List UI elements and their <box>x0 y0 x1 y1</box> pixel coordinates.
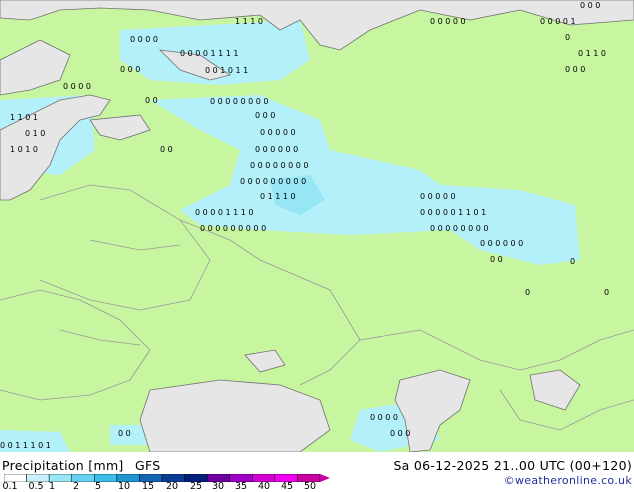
scale-tick-label: 50 <box>303 481 317 492</box>
svg-text:0 0 0 0 0 0: 0 0 0 0 0 0 <box>255 145 298 154</box>
svg-text:0 0: 0 0 <box>118 429 131 438</box>
scale-arrow <box>320 474 330 482</box>
svg-text:1 1 0 1: 1 1 0 1 <box>10 113 38 122</box>
svg-text:0: 0 <box>525 288 530 297</box>
svg-text:0 0: 0 0 <box>145 96 158 105</box>
scale-tick-label: 5 <box>94 481 102 492</box>
model-label: GFS <box>135 458 161 473</box>
svg-text:1 0 1 0: 1 0 1 0 <box>10 145 38 154</box>
svg-text:0 0 0 0: 0 0 0 0 <box>63 82 91 91</box>
scale-tick-label: 40 <box>257 481 271 492</box>
svg-text:0 1 0: 0 1 0 <box>25 129 45 138</box>
svg-text:0 0 0 0 0 0 0 0 0: 0 0 0 0 0 0 0 0 0 <box>240 177 306 186</box>
svg-text:0 0 0 0: 0 0 0 0 <box>130 35 158 44</box>
scale-tick-label: 15 <box>141 481 155 492</box>
svg-text:0 0 0 0 1 1 1 0: 0 0 0 0 1 1 1 0 <box>195 208 254 217</box>
svg-text:0 0 1 0 1 1: 0 0 1 0 1 1 <box>205 66 248 75</box>
svg-text:0 1 1 1 0: 0 1 1 1 0 <box>260 192 296 201</box>
svg-text:0 1 1 0: 0 1 1 0 <box>578 49 606 58</box>
scale-tick-label: 2 <box>72 481 80 492</box>
svg-text:0 0 0: 0 0 0 <box>580 1 600 10</box>
scale-tick-label: 30 <box>211 481 225 492</box>
svg-text:0 0 0 0 0 0 0 0: 0 0 0 0 0 0 0 0 <box>250 161 309 170</box>
legend-title: Precipitation [mm] <box>2 458 124 473</box>
svg-text:0 0 0 0 0 1 1 0 1: 0 0 0 0 0 1 1 0 1 <box>420 208 486 217</box>
svg-text:0: 0 <box>565 33 570 42</box>
svg-text:0 0 0: 0 0 0 <box>120 65 140 74</box>
legend: Precipitation [mm] GFS Sa 06-12-2025 21.… <box>0 452 634 492</box>
svg-text:0 0 0 0 0 0 0 0: 0 0 0 0 0 0 0 0 <box>210 97 269 106</box>
svg-text:0: 0 <box>604 288 609 297</box>
svg-text:0 0 0 0 0 0 0 0 0: 0 0 0 0 0 0 0 0 0 <box>200 224 266 233</box>
scale-tick-label: 45 <box>280 481 294 492</box>
svg-text:0 0 0: 0 0 0 <box>565 65 585 74</box>
scale-tick-label: 1 <box>48 481 56 492</box>
svg-text:0: 0 <box>570 257 575 266</box>
svg-text:0 0: 0 0 <box>490 255 503 264</box>
svg-text:0 0: 0 0 <box>160 145 173 154</box>
precipitation-map: 0 0 0 0 0 0 0 0 1 1 1 1 1 1 1 0 0 0 0 0 … <box>0 0 634 452</box>
scale-tick-label: 0.1 <box>2 481 18 492</box>
svg-text:0 0 0 0 0: 0 0 0 0 0 <box>260 128 296 137</box>
svg-text:0 0 0 0 1: 0 0 0 0 1 <box>540 17 576 26</box>
scale-tick-label: 20 <box>165 481 179 492</box>
svg-text:0 0 0 0 0 0 0 0: 0 0 0 0 0 0 0 0 <box>430 224 489 233</box>
svg-text:0 0 0 0 0 0: 0 0 0 0 0 0 <box>480 239 523 248</box>
svg-text:0 0 0 0: 0 0 0 0 <box>370 413 398 422</box>
scale-tick-label: 10 <box>117 481 131 492</box>
svg-text:0 0 1 1 1 0 1: 0 0 1 1 1 0 1 <box>0 441 51 450</box>
scale-tick-label: 0.5 <box>28 481 44 492</box>
svg-text:0 0 0 0 0: 0 0 0 0 0 <box>430 17 466 26</box>
datetime-label: Sa 06-12-2025 21..00 UTC (00+120) <box>393 458 632 473</box>
credit-link[interactable]: ©weatheronline.co.uk <box>504 474 632 487</box>
scale-tick-label: 25 <box>189 481 203 492</box>
svg-text:0 0 0: 0 0 0 <box>255 111 275 120</box>
svg-text:0 0 0 0 0: 0 0 0 0 0 <box>420 192 456 201</box>
scale-tick-label: 35 <box>234 481 248 492</box>
svg-text:0 0 0 0 1 1 1 1: 0 0 0 0 1 1 1 1 <box>180 49 239 58</box>
svg-text:0 0 0: 0 0 0 <box>390 429 410 438</box>
svg-text:1 1 1 0: 1 1 1 0 <box>235 17 263 26</box>
